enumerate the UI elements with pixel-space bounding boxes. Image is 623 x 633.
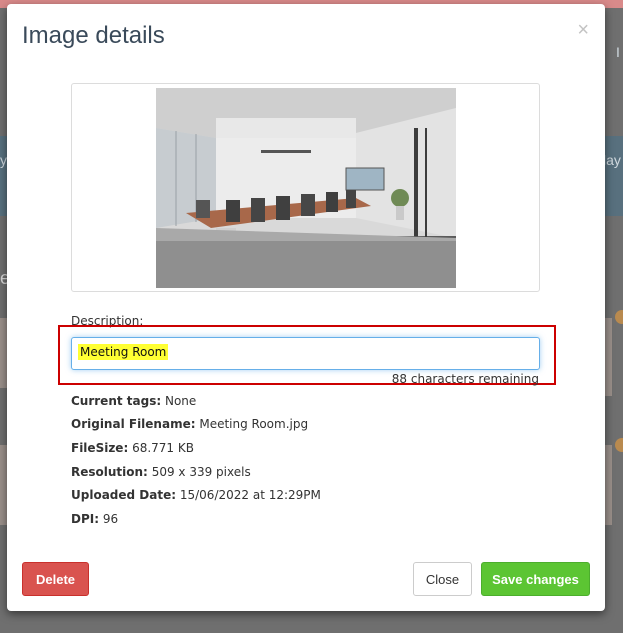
info-label: DPI: — [71, 512, 100, 526]
modal-title: Image details — [22, 22, 165, 49]
info-value: 15/06/2022 at 12:29PM — [179, 488, 321, 502]
info-label: Original Filename: — [71, 417, 196, 431]
meeting-room-photo — [156, 88, 456, 288]
image-preview-frame — [71, 83, 540, 292]
background-text: lay — [603, 152, 621, 168]
background-thumbnail — [604, 318, 612, 396]
info-label: Uploaded Date: — [71, 488, 177, 502]
info-value: Meeting Room.jpg — [199, 417, 309, 431]
background-text: I — [616, 44, 620, 60]
info-label: Resolution: — [71, 465, 148, 479]
info-value: 509 x 339 pixels — [151, 465, 251, 479]
info-label: Current tags: — [71, 394, 162, 408]
delete-button[interactable]: Delete — [22, 562, 89, 596]
close-button[interactable]: Close — [413, 562, 472, 596]
info-value: 68.771 KB — [132, 441, 194, 455]
info-filesize: FileSize: 68.771 KB — [71, 441, 194, 455]
info-label: FileSize: — [71, 441, 129, 455]
info-uploaded-date: Uploaded Date: 15/06/2022 at 12:29PM — [71, 488, 321, 502]
image-details-modal: Image details × Description: Meeting Roo… — [7, 4, 605, 611]
background-thumbnail — [604, 445, 612, 525]
description-value[interactable]: Meeting Room — [78, 344, 169, 360]
save-changes-button[interactable]: Save changes — [481, 562, 590, 596]
info-dpi: DPI: 96 — [71, 512, 118, 526]
characters-remaining: 88 characters remaining — [391, 372, 539, 386]
info-current-tags: Current tags: None — [71, 394, 196, 408]
info-resolution: Resolution: 509 x 339 pixels — [71, 465, 251, 479]
background-badge — [615, 438, 623, 452]
info-value: 96 — [102, 512, 119, 526]
background-badge — [615, 310, 623, 324]
info-original-filename: Original Filename: Meeting Room.jpg — [71, 417, 308, 431]
background-text: y — [0, 152, 7, 168]
close-icon[interactable]: × — [577, 19, 589, 42]
info-value: None — [164, 394, 197, 408]
